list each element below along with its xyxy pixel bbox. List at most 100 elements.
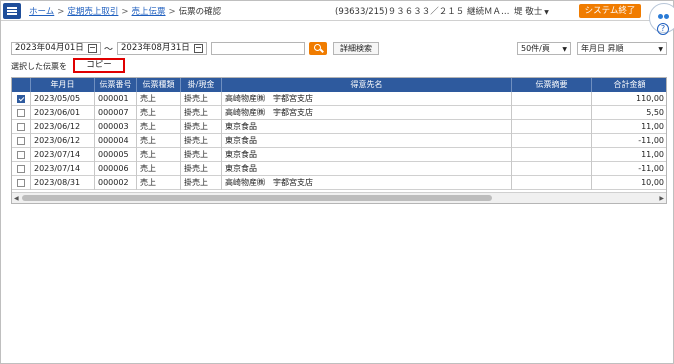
- cell-memo: [512, 134, 592, 148]
- header-date[interactable]: 年月日: [31, 78, 95, 92]
- date-to-field[interactable]: 2023年08月31日: [117, 42, 207, 55]
- system-exit-button[interactable]: システム終了: [579, 4, 641, 18]
- search-button[interactable]: [309, 42, 327, 55]
- breadcrumb-separator: >: [121, 7, 129, 17]
- cell-date: 2023/07/14: [31, 148, 95, 162]
- cell-memo: [512, 92, 592, 106]
- breadcrumb-home-link[interactable]: ホーム: [29, 7, 54, 17]
- company-info: (93633/215)９３６３３／２１５ 継続ＭＡ…: [335, 7, 510, 17]
- table-row[interactable]: 2023/06/12 000003 売上 掛売上 東京食品 11,00: [12, 120, 666, 134]
- cell-date: 2023/06/01: [31, 106, 95, 120]
- cell-customer: 高崎物産㈱ 宇都宮支店: [222, 106, 512, 120]
- header-memo[interactable]: 伝票摘要: [512, 78, 592, 92]
- header-select: [12, 78, 31, 92]
- page-size-value: 50件/頁: [521, 44, 550, 53]
- calendar-icon[interactable]: [88, 44, 97, 53]
- breadcrumb-separator: >: [57, 7, 65, 17]
- cell-type: 売上: [137, 92, 181, 106]
- cell-date: 2023/06/12: [31, 134, 95, 148]
- table-row[interactable]: 2023/06/01 000007 売上 掛売上 高崎物産㈱ 宇都宮支店 5,50: [12, 106, 666, 120]
- cell-amount: -11,00: [592, 134, 666, 148]
- breadcrumb-separator: >: [168, 7, 176, 17]
- row-checkbox[interactable]: [17, 95, 25, 103]
- row-select-cell[interactable]: [12, 176, 31, 190]
- breadcrumb-sales-slip-link[interactable]: 売上伝票: [132, 7, 166, 17]
- sort-order-select[interactable]: 年月日 昇順 ▼: [577, 42, 667, 55]
- row-checkbox[interactable]: [17, 137, 25, 145]
- cell-no: 000004: [95, 134, 137, 148]
- row-checkbox[interactable]: [17, 123, 25, 131]
- cell-no: 000001: [95, 92, 137, 106]
- cell-customer: 東京食品: [222, 134, 512, 148]
- hamburger-menu-icon[interactable]: [3, 3, 21, 19]
- date-from-field[interactable]: 2023年04月01日: [11, 42, 101, 55]
- scroll-left-icon[interactable]: ◀: [14, 195, 19, 202]
- cell-type: 売上: [137, 148, 181, 162]
- cell-customer: 東京食品: [222, 162, 512, 176]
- cell-customer: 高崎物産㈱ 宇都宮支店: [222, 92, 512, 106]
- table-row[interactable]: 2023/06/12 000004 売上 掛売上 東京食品 -11,00: [12, 134, 666, 148]
- row-select-cell[interactable]: [12, 106, 31, 120]
- cell-pay: 掛売上: [181, 92, 222, 106]
- row-checkbox[interactable]: [17, 109, 25, 117]
- top-header: ホーム > 定期売上取引 > 売上伝票 > 伝票の確認 (93633/215)９３６３３／２…: [1, 1, 673, 21]
- cell-no: 000003: [95, 120, 137, 134]
- calendar-icon[interactable]: [194, 44, 203, 53]
- range-separator: ～: [104, 45, 114, 55]
- cell-type: 売上: [137, 134, 181, 148]
- horizontal-scrollbar[interactable]: ◀ ▶: [12, 192, 666, 203]
- row-select-cell[interactable]: [12, 148, 31, 162]
- breadcrumb-current: 伝票の確認: [178, 7, 222, 17]
- chevron-down-icon: ▼: [562, 46, 567, 53]
- cell-pay: 掛売上: [181, 106, 222, 120]
- cell-amount: 11,00: [592, 148, 666, 162]
- cell-amount: -11,00: [592, 162, 666, 176]
- cell-pay: 掛売上: [181, 176, 222, 190]
- cell-date: 2023/07/14: [31, 162, 95, 176]
- help-icon[interactable]: ?: [657, 23, 669, 35]
- cell-memo: [512, 106, 592, 120]
- cell-type: 売上: [137, 162, 181, 176]
- row-select-cell[interactable]: [12, 120, 31, 134]
- header-amount[interactable]: 合計金額: [592, 78, 666, 92]
- keyword-input[interactable]: [211, 42, 305, 55]
- row-select-cell[interactable]: [12, 92, 31, 106]
- cell-memo: [512, 162, 592, 176]
- cell-pay: 掛売上: [181, 134, 222, 148]
- row-checkbox[interactable]: [17, 179, 25, 187]
- cell-date: 2023/05/05: [31, 92, 95, 106]
- table-row[interactable]: 2023/07/14 000005 売上 掛売上 東京食品 11,00: [12, 148, 666, 162]
- cell-type: 売上: [137, 176, 181, 190]
- app-frame: ホーム > 定期売上取引 > 売上伝票 > 伝票の確認 (93633/215)９３６３３／２…: [0, 0, 674, 364]
- cell-customer: 東京食品: [222, 148, 512, 162]
- cell-amount: 5,50: [592, 106, 666, 120]
- row-checkbox[interactable]: [17, 151, 25, 159]
- date-from-value: 2023年04月01日: [15, 43, 84, 53]
- header-slip-no[interactable]: 伝票番号: [95, 78, 137, 92]
- page-size-select[interactable]: 50件/頁 ▼: [517, 42, 571, 55]
- scroll-right-icon[interactable]: ▶: [659, 195, 664, 202]
- table-row[interactable]: 2023/07/14 000006 売上 掛売上 東京食品 -11,00: [12, 162, 666, 176]
- cell-amount: 11,00: [592, 120, 666, 134]
- copy-button[interactable]: コピー: [73, 58, 125, 73]
- date-to-value: 2023年08月31日: [121, 43, 190, 53]
- cell-no: 000006: [95, 162, 137, 176]
- header-customer[interactable]: 得意先名: [222, 78, 512, 92]
- table-row[interactable]: 2023/05/05 000001 売上 掛売上 高崎物産㈱ 宇都宮支店 110,00: [12, 92, 666, 106]
- detail-search-button[interactable]: 詳細検索: [333, 42, 379, 55]
- row-select-cell[interactable]: [12, 134, 31, 148]
- scrollbar-thumb[interactable]: [22, 195, 492, 201]
- breadcrumb-recurring-sales-link[interactable]: 定期売上取引: [67, 7, 118, 17]
- cell-pay: 掛売上: [181, 148, 222, 162]
- row-checkbox[interactable]: [17, 165, 25, 173]
- user-name: 堤 敬士: [514, 7, 543, 17]
- row-select-cell[interactable]: [12, 162, 31, 176]
- cell-pay: 掛売上: [181, 120, 222, 134]
- table-row[interactable]: 2023/08/31 000002 売上 掛売上 高崎物産㈱ 宇都宮支店 10,00: [12, 176, 666, 190]
- cell-memo: [512, 148, 592, 162]
- table-header: 年月日 伝票番号 伝票種類 掛/現金 得意先名 伝票摘要 合計金額: [12, 78, 666, 92]
- header-slip-type[interactable]: 伝票種類: [137, 78, 181, 92]
- cell-no: 000005: [95, 148, 137, 162]
- user-menu[interactable]: 堤 敬士 ▼: [514, 5, 549, 17]
- header-payment[interactable]: 掛/現金: [181, 78, 222, 92]
